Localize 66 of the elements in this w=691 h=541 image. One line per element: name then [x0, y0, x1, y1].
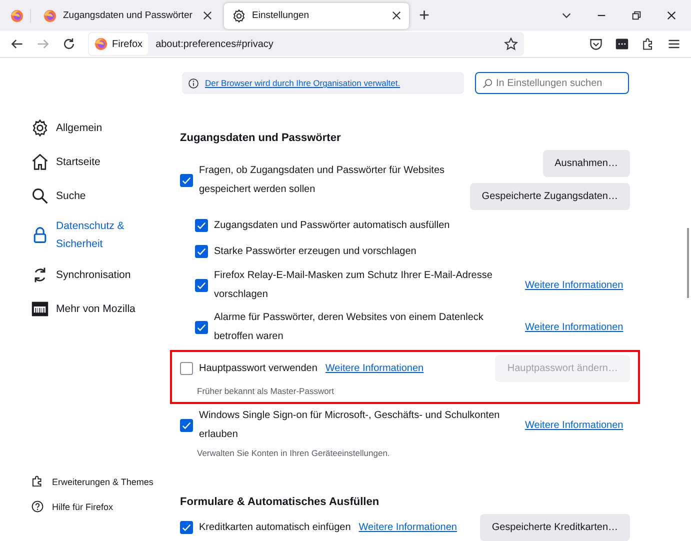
learn-more-link[interactable]: Weitere Informationen: [325, 359, 424, 378]
checkbox-label: Windows Single Sign-on für Microsoft-, Geschäfts- und Schulkonten erlauben: [199, 410, 500, 440]
checkbox[interactable]: [195, 244, 208, 258]
firefox-logo-icon: [10, 8, 24, 23]
extension-icon[interactable]: [615, 37, 629, 52]
checkbox-label: Zugangsdaten und Passwörter automatisch ausfüllen: [214, 220, 450, 230]
reload-icon[interactable]: [62, 37, 76, 52]
settings-button[interactable]: Gespeicherte Zugangsdaten…: [470, 183, 630, 210]
learn-more-link[interactable]: Weitere Informationen: [525, 278, 630, 292]
checkbox[interactable]: [195, 218, 208, 232]
footer-link[interactable]: Erweiterungen & Themes: [31, 475, 180, 488]
close-icon[interactable]: [666, 10, 677, 22]
learn-more-link[interactable]: Weitere Informationen: [358, 518, 457, 537]
section-heading: Formulare & Automatisches Ausfüllen: [180, 496, 380, 508]
browser-tab[interactable]: Zugangsdaten und Passwörter: [35, 2, 220, 29]
close-icon[interactable]: [203, 11, 212, 20]
new-tab-button[interactable]: +: [413, 5, 436, 26]
close-icon[interactable]: [392, 11, 401, 20]
gear-icon: [232, 8, 246, 23]
checkbox-label: Hauptpasswort verwenden: [199, 362, 318, 376]
home-icon: [31, 152, 49, 170]
checkbox[interactable]: [180, 418, 193, 432]
puzzle-icon: [31, 475, 44, 488]
help-icon: [31, 500, 44, 513]
star-icon[interactable]: [504, 37, 518, 52]
info-icon: [188, 78, 199, 88]
settings-button[interactable]: Ausnahmen…: [542, 150, 630, 177]
checkbox[interactable]: [180, 521, 193, 534]
checkbox[interactable]: [195, 278, 208, 292]
footer-link[interactable]: Hilfe für Firefox: [31, 500, 180, 513]
pocket-icon[interactable]: [589, 37, 603, 52]
firefox-logo-icon: [43, 8, 57, 23]
restore-icon[interactable]: [631, 10, 642, 22]
search-icon: [482, 78, 493, 88]
section-heading: Zugangsdaten und Passwörter: [180, 132, 342, 144]
firefox-logo-icon: [94, 37, 108, 52]
category-item[interactable]: Allgemein: [31, 115, 180, 140]
hint-text: Verwalten Sie Konten in Ihren Geräteeinstellungen.: [197, 448, 391, 458]
checkbox[interactable]: [195, 320, 208, 334]
identity-box[interactable]: Firefox: [89, 33, 148, 56]
search-icon: [31, 186, 49, 204]
checkbox[interactable]: [180, 362, 193, 375]
category-item[interactable]: Mehr von Mozilla: [31, 296, 180, 321]
policy-link[interactable]: Der Browser wird durch Ihre Organisation verwaltet.: [205, 78, 400, 88]
address-bar[interactable]: Firefox about:preferences#privacy: [88, 32, 524, 56]
checkbox-label: Fragen, ob Zugangsdaten und Passwörter für Websites gespeichert werden sollen: [199, 165, 445, 195]
gear-icon: [31, 118, 49, 136]
checkbox[interactable]: [180, 174, 193, 186]
checkbox-label: Kreditkarten automatisch einfügen: [199, 521, 351, 535]
search-field[interactable]: In Einstellungen suchen: [475, 72, 629, 94]
learn-more-link[interactable]: Weitere Informationen: [525, 320, 630, 334]
category-item[interactable]: Synchronisation: [31, 262, 180, 287]
mozilla-logo-icon: [31, 300, 49, 318]
checkbox-label: Firefox Relay-E-Mail-Masken zum Schutz Ihrer E-Mail-Adresse vorschlagen: [214, 270, 492, 300]
puzzle-icon[interactable]: [641, 37, 655, 52]
hint-text: Früher bekannt als Master-Passwort: [197, 386, 335, 396]
checkbox-label: Alarme für Passwörter, deren Websites von einem Datenleck betroffen waren: [214, 312, 484, 342]
browser-tab[interactable]: Einstellungen: [224, 2, 409, 29]
learn-more-link[interactable]: Weitere Informationen: [525, 418, 630, 432]
settings-button[interactable]: Gespeicherte Kreditkarten…: [480, 514, 630, 541]
back-icon[interactable]: [10, 37, 24, 52]
lock-icon: [31, 226, 49, 244]
checkbox-label: Starke Passwörter erzeugen und vorschlagen: [214, 246, 416, 256]
category-item[interactable]: Datenschutz & Sicherheit: [31, 217, 180, 253]
category-item[interactable]: Startseite: [31, 149, 180, 174]
category-item[interactable]: Suche: [31, 183, 180, 208]
